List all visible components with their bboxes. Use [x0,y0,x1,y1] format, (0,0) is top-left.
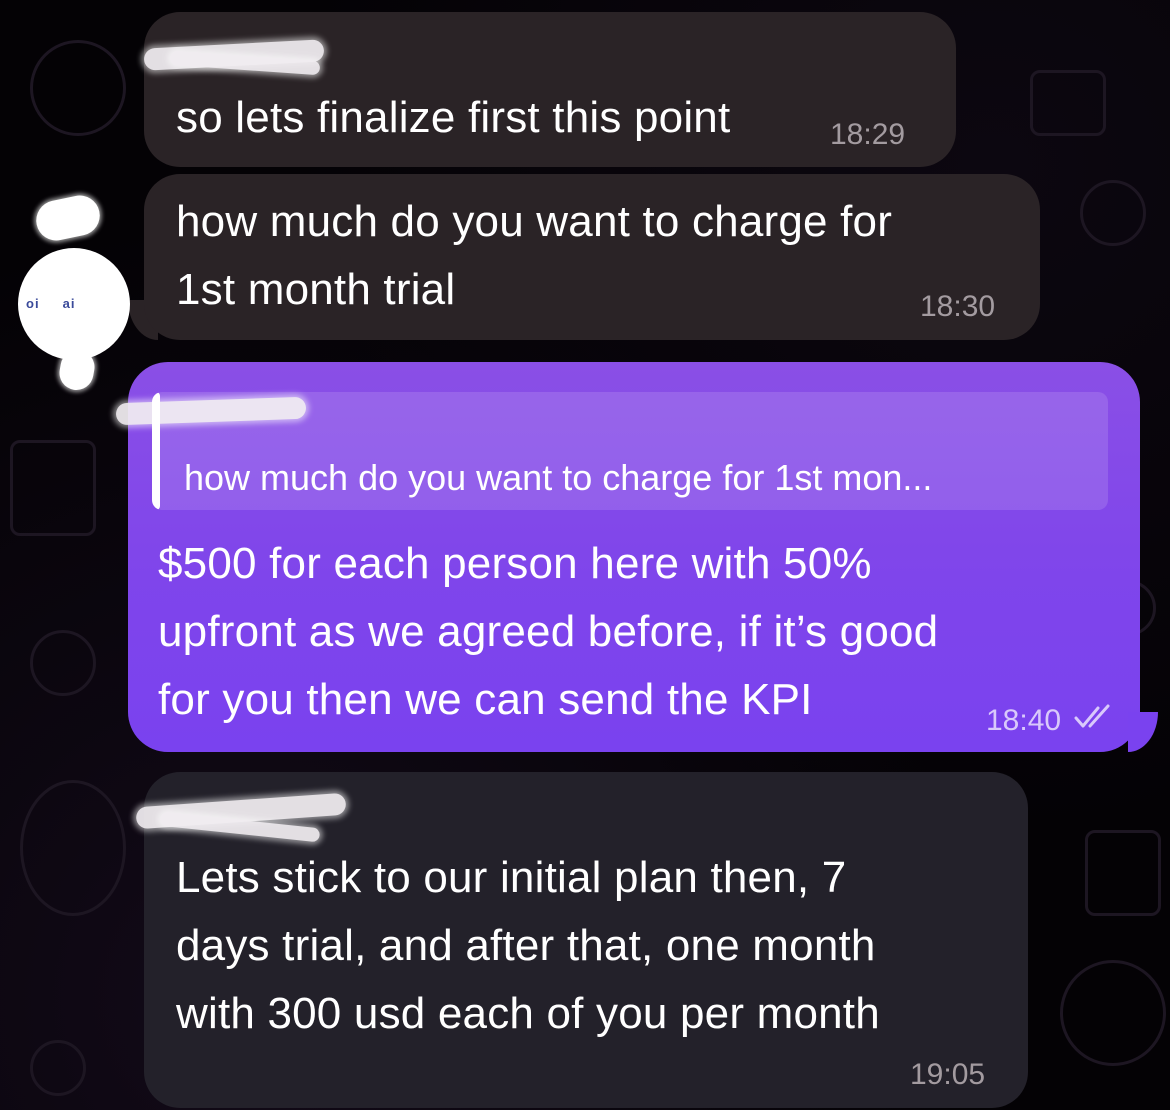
message-text: Lets stick to our initial plan then, 7 d… [176,853,880,1038]
reply-quote-text: how much do you want to charge for 1st m… [184,457,933,498]
reply-quote-bar [152,392,160,510]
message-bubble-incoming[interactable]: how much do you want to charge for 1st m… [144,174,1040,340]
background-doodle [10,440,96,536]
message-timestamp: 19:05 [910,1058,986,1091]
background-doodle [1060,960,1166,1066]
background-doodle [30,1040,86,1096]
sender-avatar[interactable]: oi ai [18,191,130,393]
message-timestamp: 18:40 [986,704,1062,737]
message-timestamp: 18:29 [830,118,906,151]
message-bubble-outgoing[interactable]: how much do you want to charge for 1st m… [115,362,1140,752]
background-doodle [1080,180,1146,246]
message-text: how much do you want to charge for 1st m… [176,197,893,314]
message-text: so lets finalize first this point [176,93,731,142]
background-doodle [30,40,126,136]
message-bubble-incoming[interactable]: Lets stick to our initial plan then, 7 d… [135,772,1028,1108]
chat-view: so lets finalize first this point 18:29 … [0,0,1170,1110]
background-doodle [1030,70,1106,136]
background-doodle [20,780,126,916]
message-timestamp: 18:30 [920,290,996,323]
double-check-read-icon [1074,704,1110,728]
message-bubble-incoming[interactable]: so lets finalize first this point 18:29 [143,12,956,167]
reply-quote[interactable]: how much do you want to charge for 1st m… [152,392,1108,510]
avatar-redaction [32,191,104,245]
bubble-tail [1128,712,1158,752]
message-text: $500 for each person here with 50% upfro… [158,539,939,724]
background-doodle [1085,830,1161,916]
background-doodle [30,630,96,696]
avatar-logo-mark: oi ai [26,296,76,311]
